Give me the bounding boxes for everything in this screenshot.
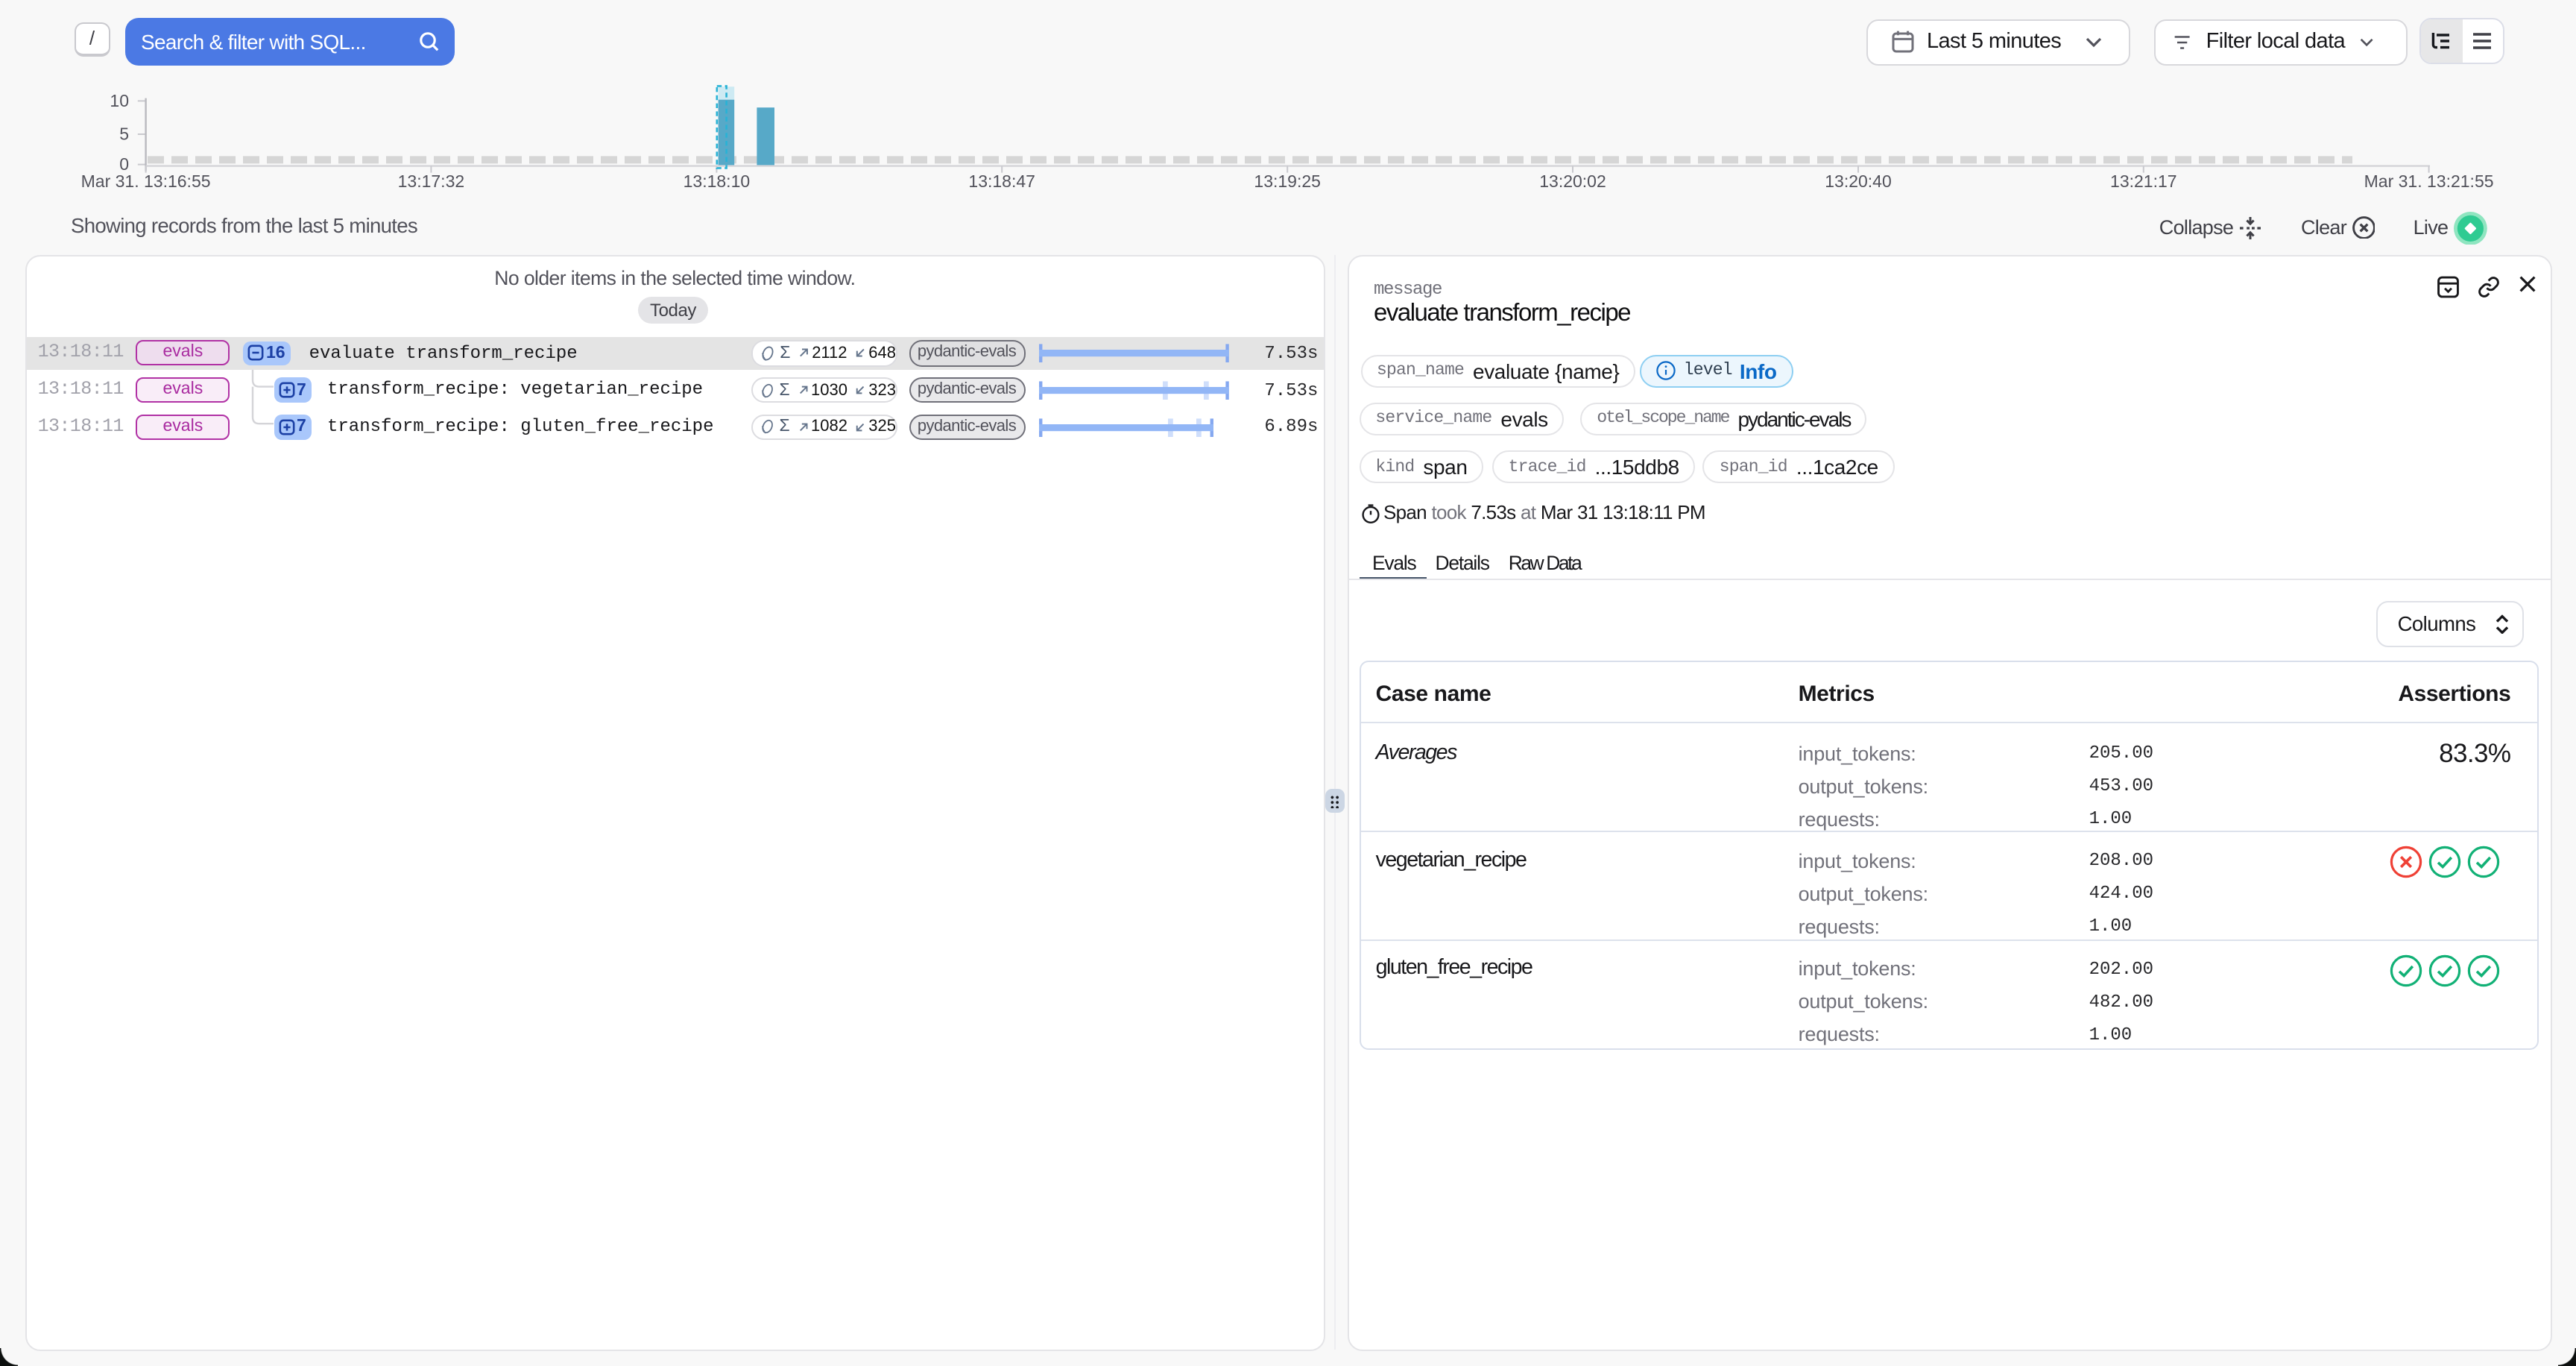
svg-text:13:18:10: 13:18:10 [684,171,751,191]
svg-text:13:19:25: 13:19:25 [1254,171,1321,191]
svg-text:Mar 31. 13:16:55: Mar 31. 13:16:55 [81,171,211,191]
svg-text:10: 10 [110,91,129,110]
svg-text:13:17:32: 13:17:32 [398,171,465,191]
svg-text:5: 5 [119,125,129,144]
svg-text:13:20:40: 13:20:40 [1825,171,1892,191]
svg-text:13:18:47: 13:18:47 [968,171,1035,191]
svg-text:Mar 31. 13:21:55: Mar 31. 13:21:55 [2364,171,2494,191]
svg-text:13:20:02: 13:20:02 [1539,171,1606,191]
svg-text:13:21:17: 13:21:17 [2110,171,2177,191]
